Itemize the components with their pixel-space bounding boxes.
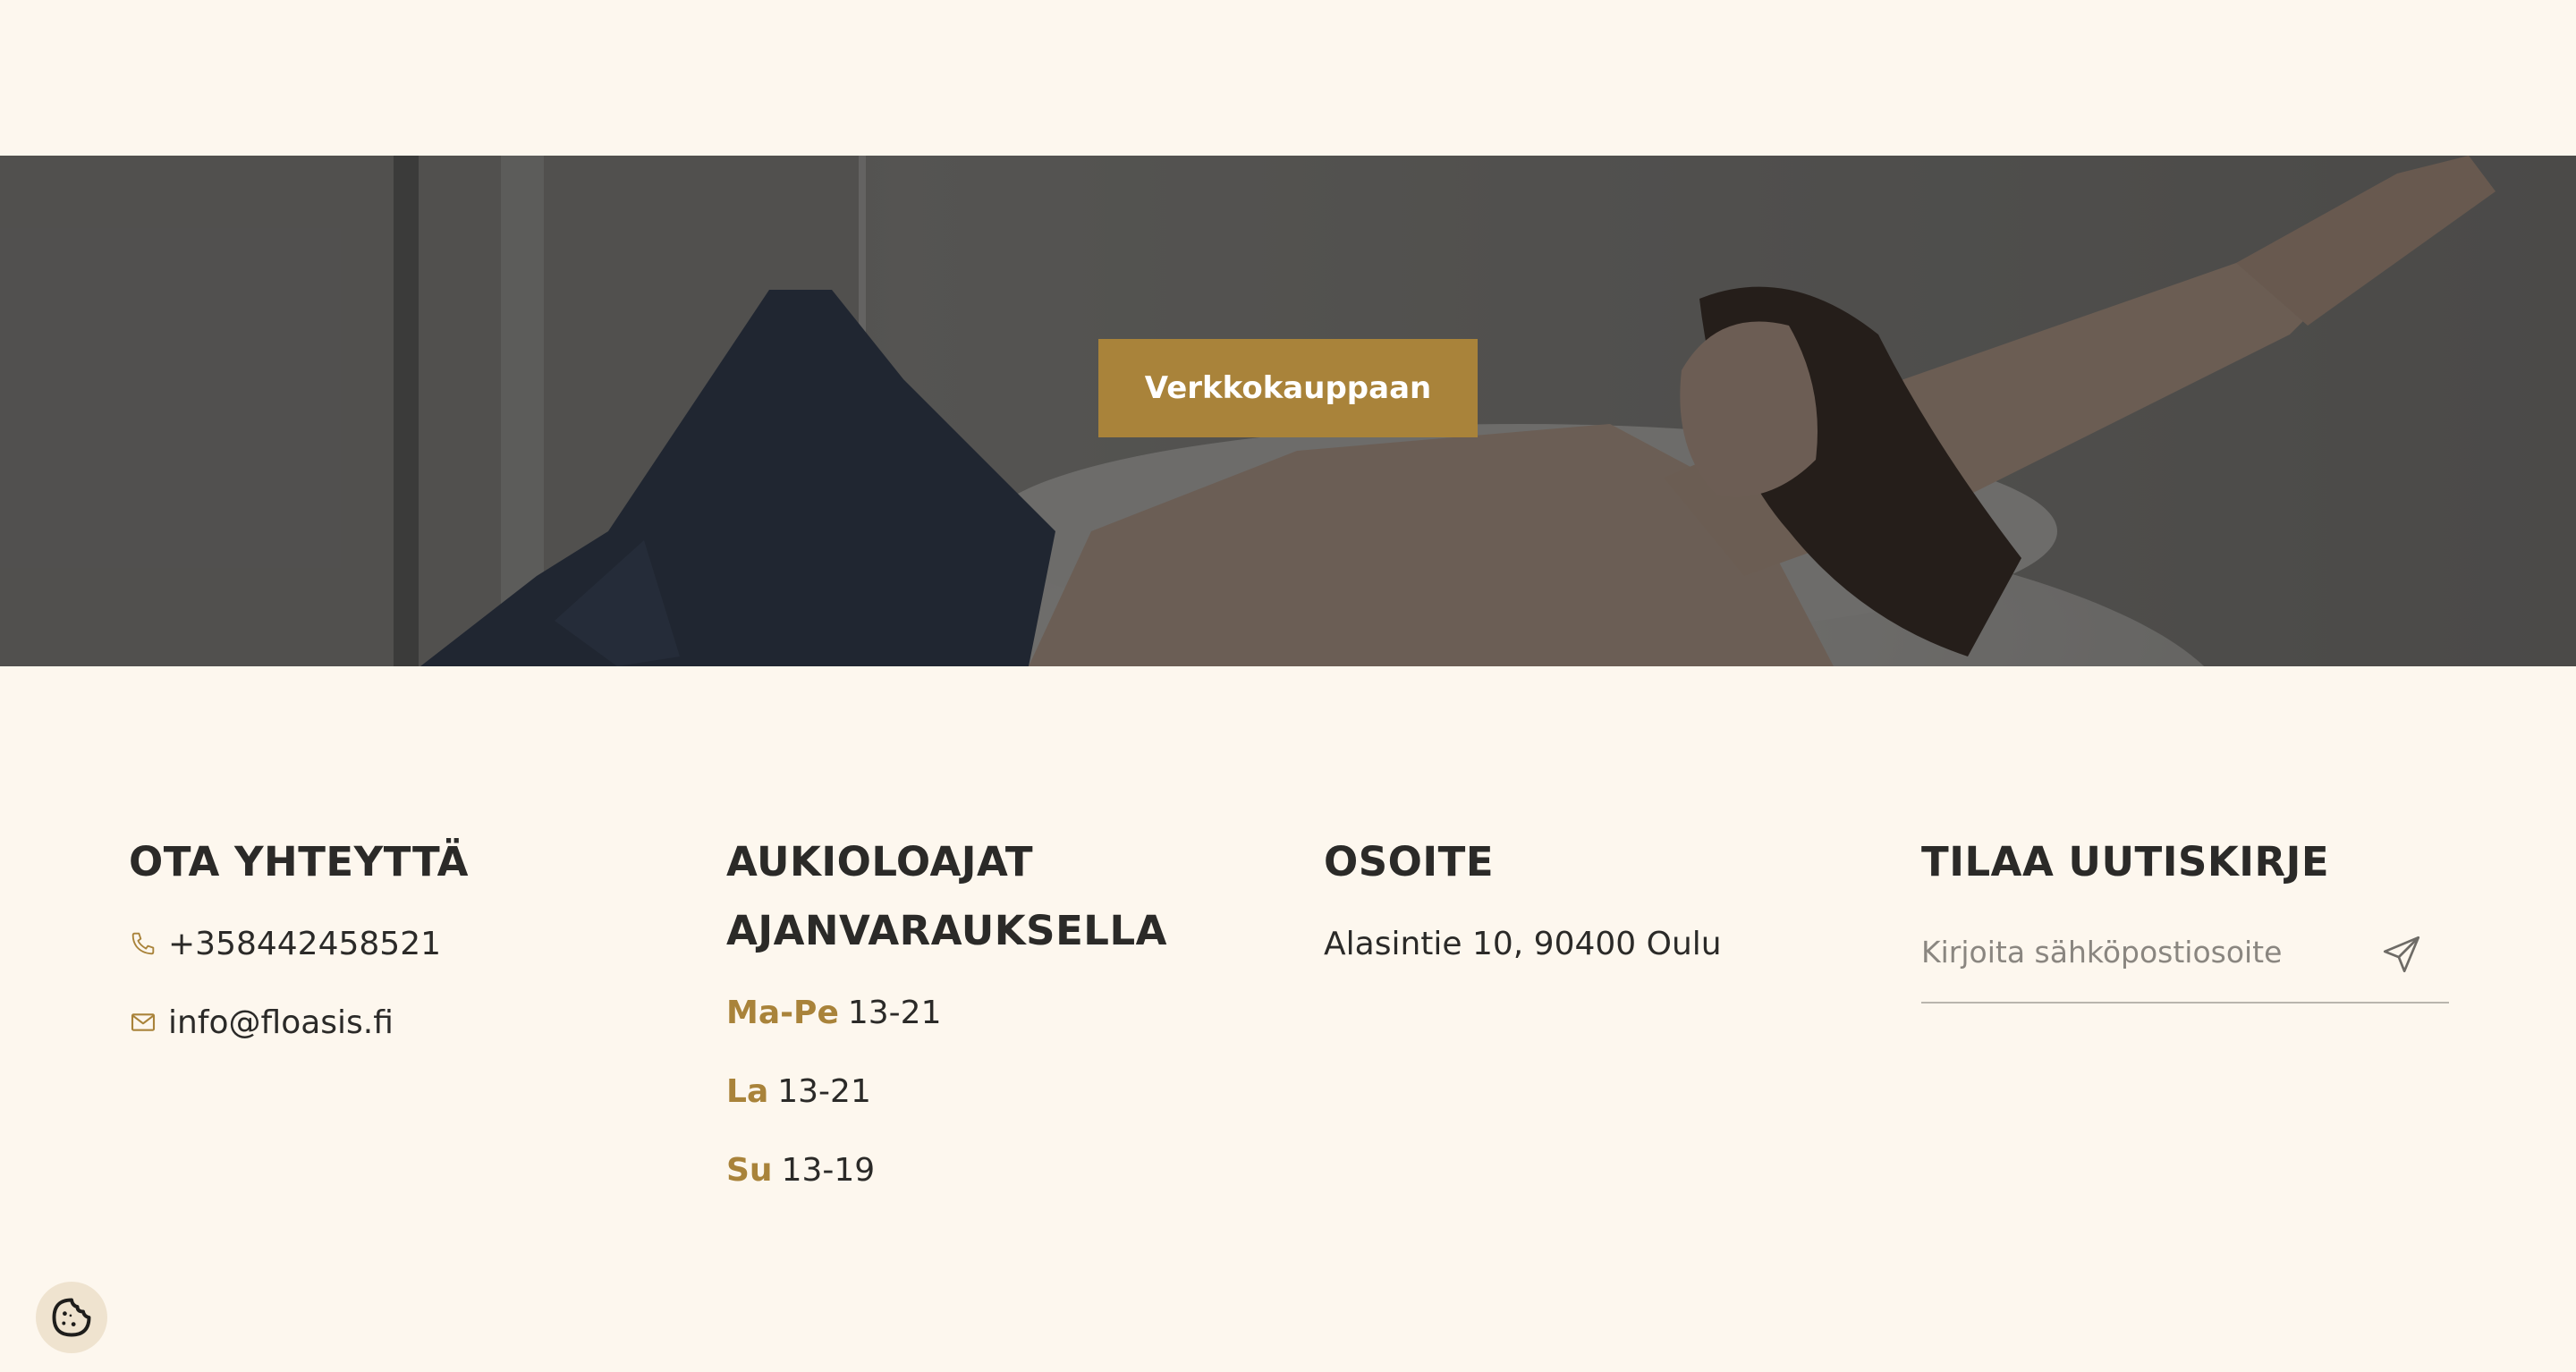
newsletter-form (1921, 907, 2449, 1004)
hours-row: Ma-Pe 13-21 (726, 973, 1281, 1052)
email-address[interactable]: info@floasis.fi (168, 1004, 394, 1041)
newsletter-email-input[interactable] (1921, 919, 2368, 984)
hours-heading-line2: AJANVARAUKSELLA (726, 907, 1167, 954)
send-icon (2383, 936, 2420, 973)
newsletter-column: TILAA UUTISKIRJE (1921, 827, 2449, 1004)
hours-row: Su 13-19 (726, 1131, 1281, 1209)
hours-list: Ma-Pe 13-21 La 13-21 Su 13-19 (726, 973, 1281, 1209)
contact-column: OTA YHTEYTTÄ +358442458521 info@floasis.… (129, 827, 665, 1062)
phone-number[interactable]: +358442458521 (168, 926, 441, 962)
hours-heading: AUKIOLOAJAT AJANVARAUKSELLA (726, 827, 1281, 965)
hours-day: Su (726, 1151, 773, 1189)
email-row[interactable]: info@floasis.fi (129, 983, 665, 1062)
hours-heading-line1: AUKIOLOAJAT (726, 838, 1034, 885)
hours-time: 13-19 (781, 1151, 876, 1189)
hours-column: AUKIOLOAJAT AJANVARAUKSELLA Ma-Pe 13-21 … (726, 827, 1281, 1209)
cookie-icon (52, 1298, 91, 1337)
hours-row: La 13-21 (726, 1052, 1281, 1131)
hours-time: 13-21 (777, 1072, 871, 1110)
hero-banner: Verkkokauppaan (0, 156, 2576, 666)
phone-icon (129, 929, 157, 958)
phone-row[interactable]: +358442458521 (129, 904, 665, 983)
address-heading: OSOITE (1324, 838, 1495, 885)
newsletter-heading: TILAA UUTISKIRJE (1921, 838, 2330, 885)
address-text: Alasintie 10, 90400 Oulu (1324, 925, 1722, 962)
contact-heading: OTA YHTEYTTÄ (129, 838, 469, 885)
mail-icon (129, 1008, 157, 1037)
newsletter-submit-button[interactable] (2379, 932, 2424, 977)
shop-button[interactable]: Verkkokauppaan (1098, 339, 1478, 437)
address-column: OSOITE Alasintie 10, 90400 Oulu (1324, 827, 1878, 983)
hours-day: La (726, 1072, 769, 1110)
hours-day: Ma-Pe (726, 994, 839, 1031)
hours-time: 13-21 (847, 994, 942, 1031)
cookie-settings-button[interactable] (36, 1282, 107, 1353)
